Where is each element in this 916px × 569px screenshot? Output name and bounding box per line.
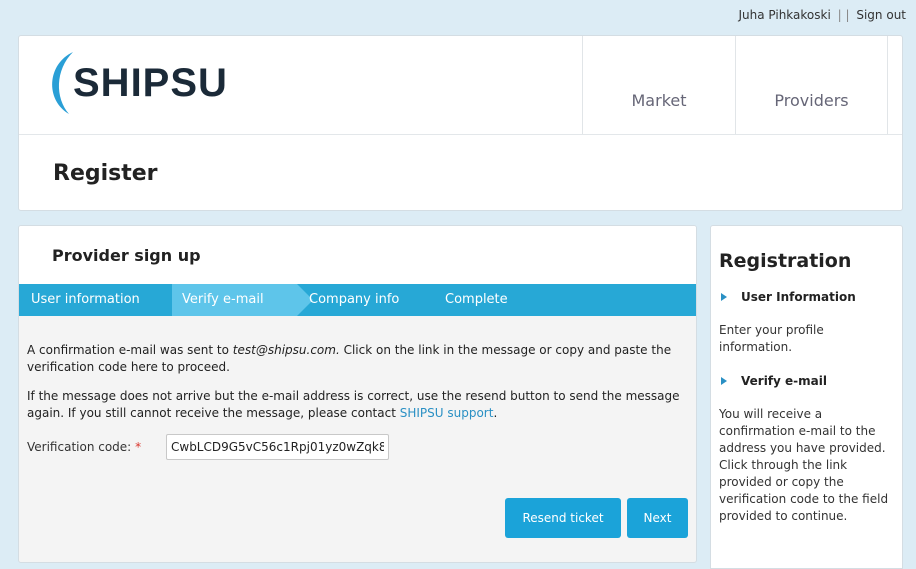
registration-sidebar: Registration User Information Enter your…: [710, 225, 903, 569]
confirmation-text: A confirmation e-mail was sent to test@s…: [27, 342, 688, 376]
verification-row: Verification code: *: [27, 434, 688, 460]
action-buttons: Resend ticket Next: [505, 498, 688, 538]
step-user-information[interactable]: User information: [19, 284, 172, 316]
logo[interactable]: SHIPSU: [43, 48, 243, 118]
sidebar-item-heading: Verify e-mail: [741, 374, 827, 388]
logo-swoosh-icon: [52, 52, 73, 114]
step-company-info[interactable]: Company info: [297, 284, 435, 316]
verification-label-text: Verification code:: [27, 439, 132, 454]
arrow-right-icon: [721, 293, 727, 301]
nav-providers[interactable]: Providers: [735, 36, 888, 134]
divider: [19, 134, 902, 135]
arrow-right-icon: [721, 377, 727, 385]
user-name-link[interactable]: Juha Pihkakoski: [738, 8, 830, 22]
wizard-steps: User information Verify e-mail Company i…: [19, 284, 696, 316]
sidebar-item-text: You will receive a confirmation e-mail t…: [719, 407, 889, 523]
main-nav: Market Providers: [582, 36, 888, 134]
site-header: SHIPSU Market Providers Register: [18, 35, 903, 211]
verification-code-input[interactable]: [166, 434, 389, 460]
resend-help-prefix: If the message does not arrive but the e…: [27, 389, 680, 420]
verification-label: Verification code: *: [27, 439, 166, 456]
sidebar-item-verify-email: Verify e-mail: [719, 374, 894, 388]
sidebar-item-heading: User Information: [741, 290, 856, 304]
page-title: Register: [53, 161, 158, 186]
required-marker: *: [135, 439, 142, 454]
panel-title: Provider sign up: [19, 226, 696, 284]
confirmation-email: test@shipsu.com.: [232, 343, 340, 357]
resend-ticket-button[interactable]: Resend ticket: [505, 498, 621, 538]
resend-help-suffix: .: [493, 406, 498, 420]
confirmation-prefix: A confirmation e-mail was sent to: [27, 343, 233, 357]
nav-market[interactable]: Market: [582, 36, 735, 134]
panel-content: A confirmation e-mail was sent to test@s…: [19, 316, 696, 460]
step-verify-email[interactable]: Verify e-mail: [172, 284, 313, 316]
next-button[interactable]: Next: [627, 498, 688, 538]
sidebar-title: Registration: [719, 250, 852, 272]
sidebar-item-user-information: User Information: [719, 290, 894, 304]
step-complete[interactable]: Complete: [435, 284, 555, 316]
sidebar-item-text: Enter your profile information.: [719, 323, 824, 354]
support-link[interactable]: SHIPSU support: [400, 406, 494, 420]
separator: | |: [837, 8, 850, 22]
logo-text: SHIPSU: [73, 61, 228, 105]
sign-out-link[interactable]: Sign out: [856, 8, 906, 22]
resend-help-text: If the message does not arrive but the e…: [27, 388, 688, 422]
signup-panel: Provider sign up User information Verify…: [18, 225, 697, 563]
user-bar: Juha Pihkakoski | | Sign out: [738, 8, 906, 22]
